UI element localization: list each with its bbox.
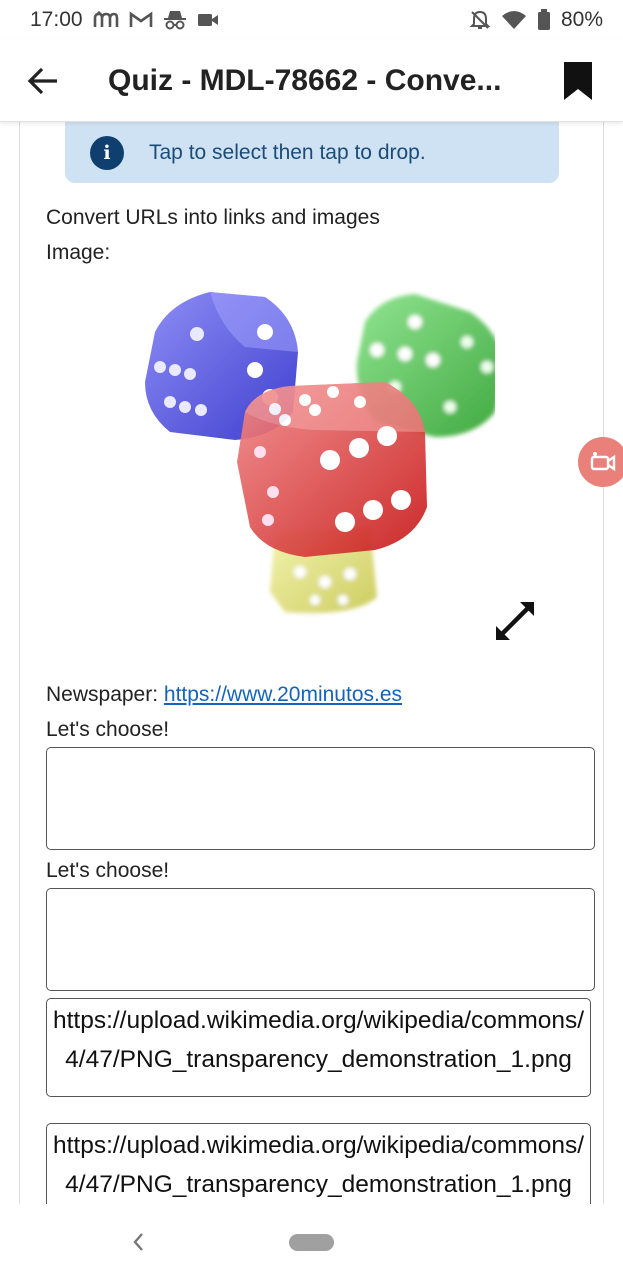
incognito-icon [163,9,187,31]
question-heading: Convert URLs into links and images [46,206,380,229]
drag-item-1[interactable]: https://upload.wikimedia.org/wikipedia/c… [46,998,591,1097]
arrow-back-icon [27,67,57,94]
info-notice: i Tap to select then tap to drop. [65,122,559,183]
wifi-icon [501,9,527,31]
page-title: Quiz - MDL-78662 - Conve... [108,63,502,97]
moodle-m-icon [93,9,119,31]
drop-zone-1[interactable] [46,747,595,850]
bookmark-button[interactable] [553,40,603,122]
nav-back-icon[interactable] [128,1228,148,1256]
dice-image [115,282,505,622]
info-icon: i [90,135,124,170]
app-bar: Quiz - MDL-78662 - Conve... [0,40,623,122]
quiz-content: i Tap to select then tap to drop. Conver… [19,122,604,1204]
newspaper-line: Newspaper: https://www.20minutos.es [46,683,402,707]
notifications-off-icon [469,9,491,31]
newspaper-label: Newspaper: [46,683,159,706]
video-camera-icon [590,452,616,472]
drop-zone-2[interactable] [46,888,595,991]
newspaper-link[interactable]: https://www.20minutos.es [164,683,402,706]
system-nav-bar [0,1204,623,1280]
info-text: Tap to select then tap to drop. [149,140,426,164]
nav-home-pill[interactable] [289,1234,334,1251]
image-label: Image: [46,241,111,264]
gmail-icon [129,9,153,31]
bookmark-icon [564,61,592,100]
status-bar: 17:00 80% [0,0,623,40]
expand-icon[interactable] [494,600,536,642]
battery-percentage: 80% [560,8,603,31]
video-camera-icon [197,9,219,31]
screen-record-button[interactable] [578,437,623,487]
drag-item-2[interactable]: https://upload.wikimedia.org/wikipedia/c… [46,1123,591,1204]
status-time: 17:00 [30,8,83,31]
back-button[interactable] [8,40,78,122]
drop-zone-label-2: Let's choose! [46,859,170,882]
battery-icon [537,9,551,31]
drop-zone-label-1: Let's choose! [46,718,170,741]
